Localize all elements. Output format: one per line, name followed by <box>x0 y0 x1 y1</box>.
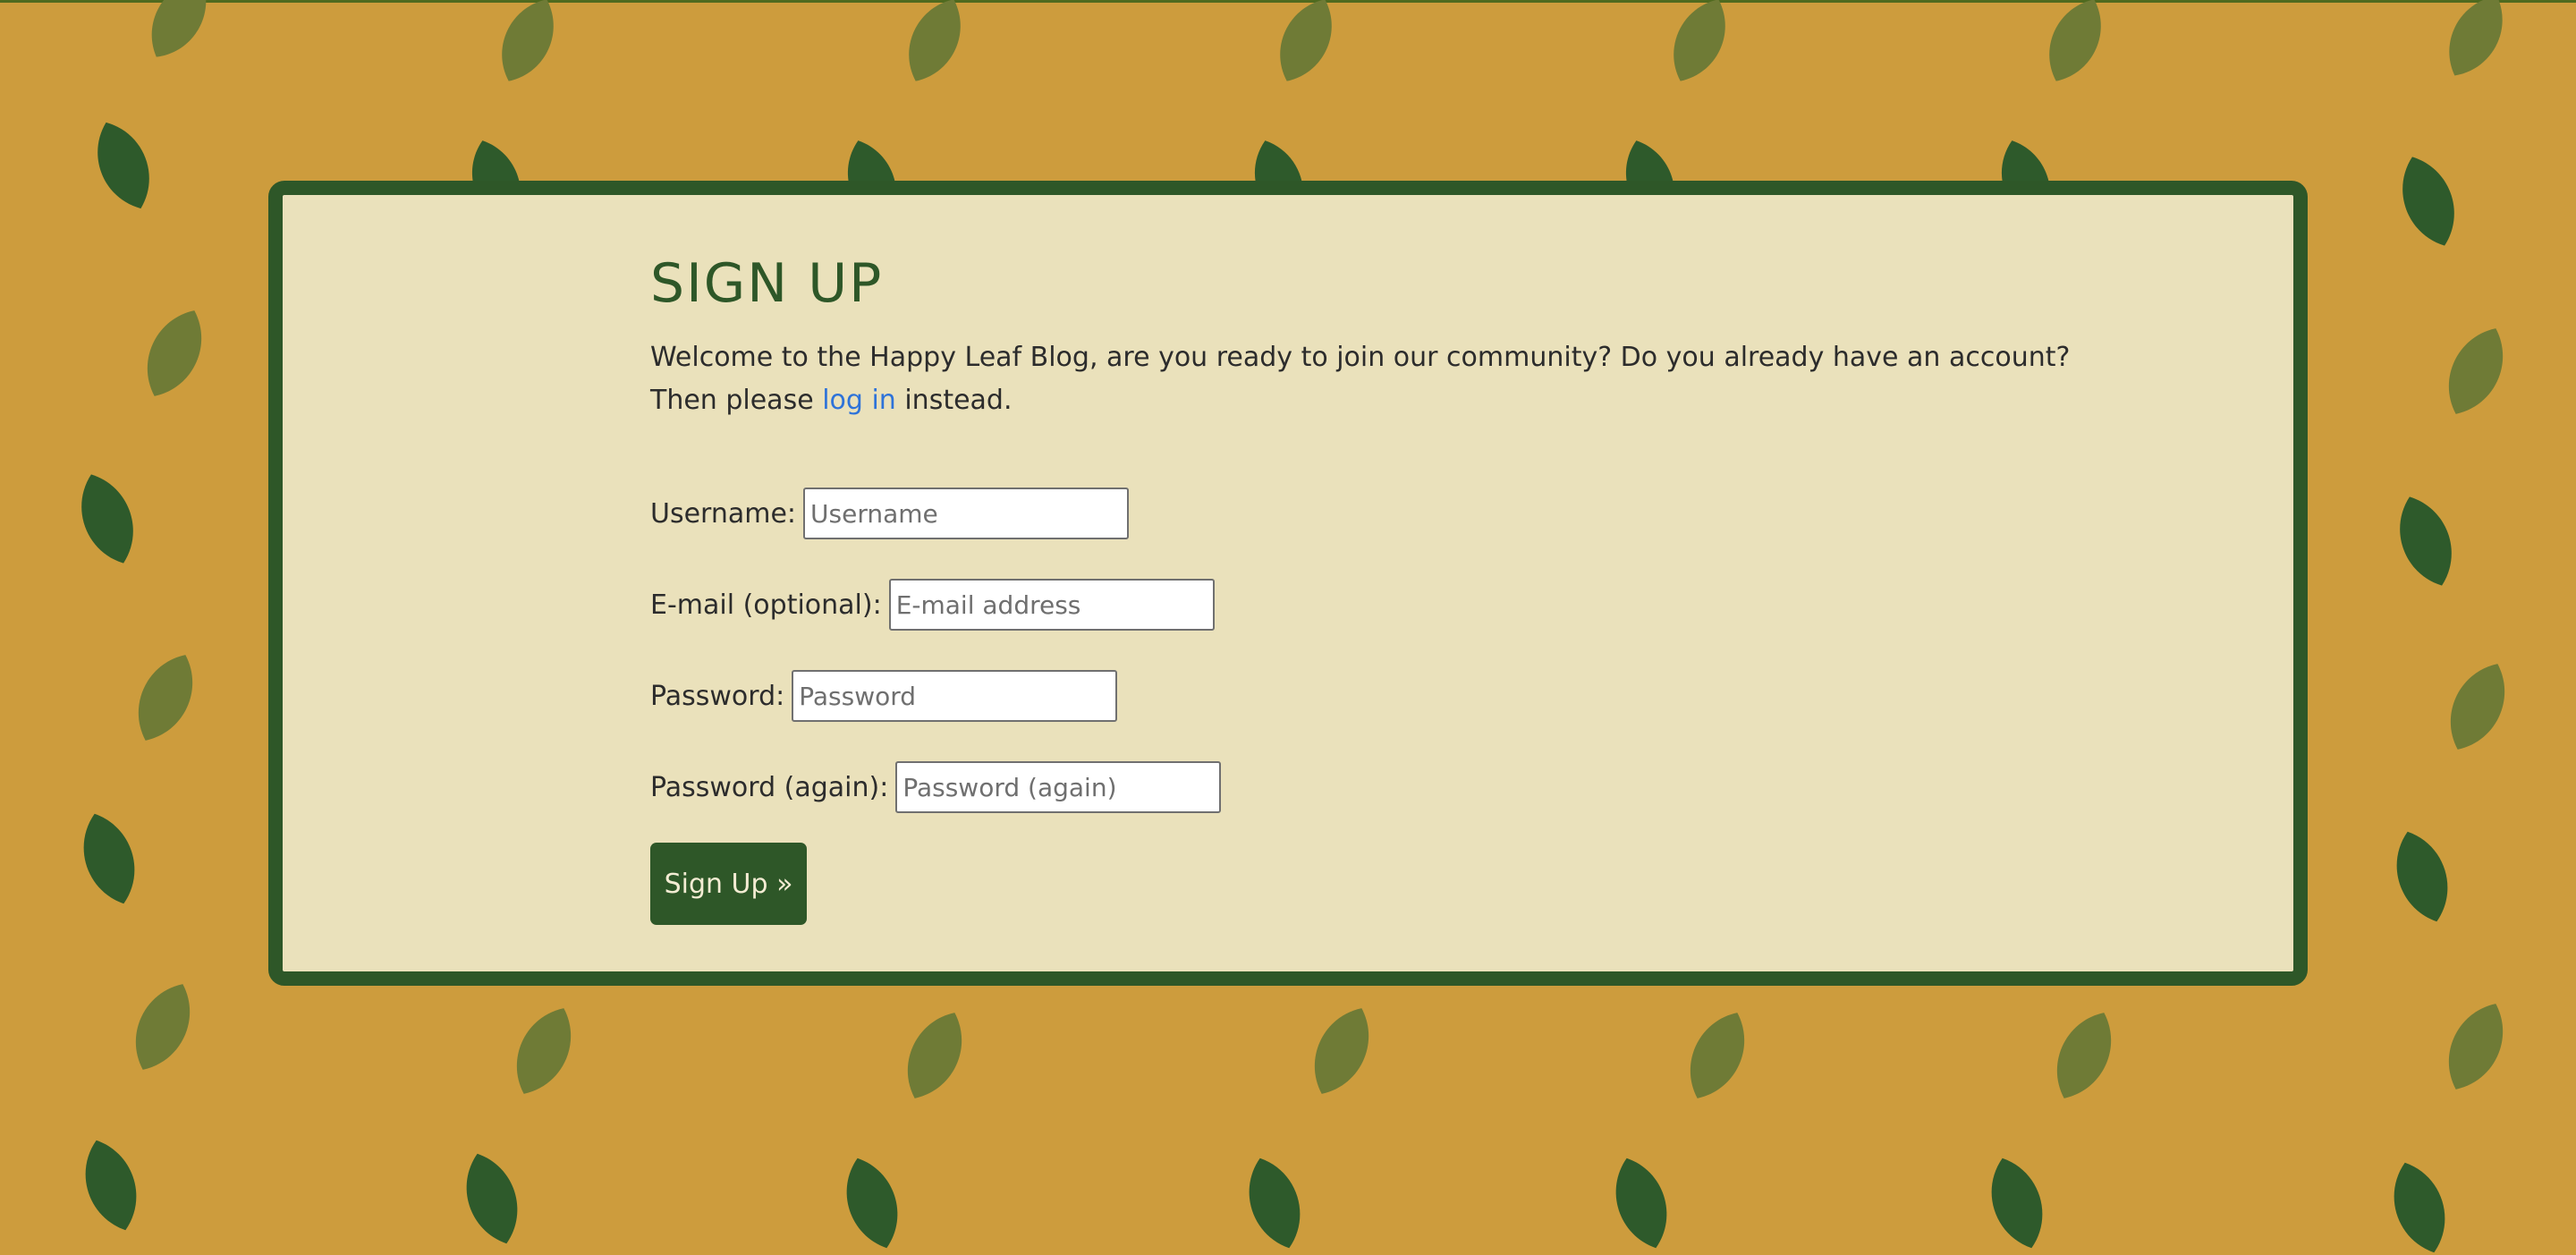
leaf-icon <box>121 973 205 1081</box>
intro-line-2-end: instead. <box>895 385 1013 416</box>
leaf-icon <box>2385 824 2460 929</box>
leaf-icon <box>69 466 146 572</box>
leaf-icon <box>2434 318 2518 425</box>
leaf-icon <box>1675 1002 1759 1109</box>
leaf-icon <box>1266 0 1346 91</box>
username-label: Username: <box>650 497 797 530</box>
leaf-icon <box>72 806 147 912</box>
password-again-input[interactable] <box>895 761 1222 813</box>
signup-button[interactable]: Sign Up » <box>650 843 807 925</box>
login-link[interactable]: log in <box>822 385 896 416</box>
leaf-icon <box>2042 1002 2126 1109</box>
leaf-icon <box>2435 0 2517 87</box>
email-input[interactable] <box>888 579 1215 631</box>
leaf-icon <box>73 1132 148 1238</box>
leaf-icon <box>2434 993 2518 1100</box>
username-row: Username: <box>650 487 1130 540</box>
password-again-label: Password (again): <box>650 771 889 803</box>
email-row: E-mail (optional): <box>650 578 1215 632</box>
intro-line-2-start: Then please <box>650 385 823 416</box>
intro-line-1: Welcome to the Happy Leaf Blog, are you … <box>650 342 2071 373</box>
leaf-icon <box>1659 0 1740 91</box>
password-label: Password: <box>650 680 785 712</box>
leaf-icon <box>2382 1155 2457 1255</box>
email-label: E-mail (optional): <box>650 589 882 621</box>
leaf-icon <box>84 114 163 217</box>
leaf-icon <box>1300 997 1384 1105</box>
leaf-icon <box>893 1002 977 1109</box>
password-input[interactable] <box>792 670 1118 722</box>
leaf-icon <box>894 0 975 91</box>
leaf-icon <box>136 0 222 69</box>
leaf-icon <box>2436 653 2520 760</box>
leaf-icon <box>1237 1150 1312 1255</box>
leaf-icon <box>123 644 208 751</box>
signup-card: SIGN UP Welcome to the Happy Leaf Blog, … <box>268 181 2308 986</box>
leaf-icon <box>2035 0 2115 91</box>
leaf-icon <box>454 1146 530 1251</box>
page-title: SIGN UP <box>650 252 884 315</box>
leaf-icon <box>502 997 586 1105</box>
leaf-icon <box>487 0 568 91</box>
password-again-row: Password (again): <box>650 760 1222 814</box>
leaf-icon <box>1979 1150 2055 1255</box>
password-row: Password: <box>650 669 1118 723</box>
username-input[interactable] <box>803 488 1130 539</box>
intro-text: Welcome to the Happy Leaf Blog, are you … <box>650 336 2070 422</box>
leaf-icon <box>1604 1150 1679 1255</box>
leaf-icon <box>2387 488 2464 594</box>
leaf-icon <box>2390 148 2467 254</box>
leaf-icon <box>835 1150 910 1255</box>
leaf-icon <box>132 300 216 407</box>
